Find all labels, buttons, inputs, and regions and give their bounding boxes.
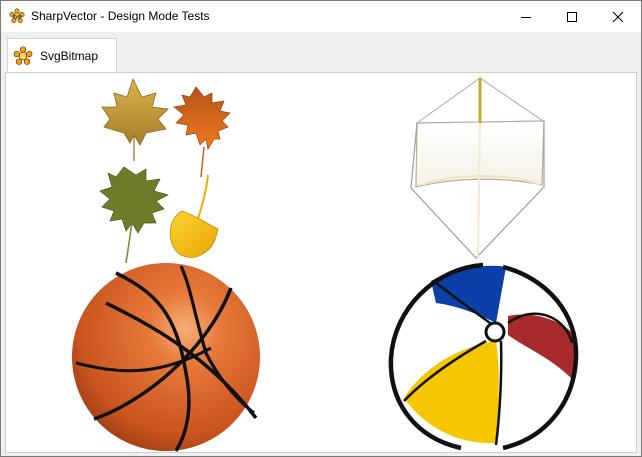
svg-content-panel	[5, 72, 637, 453]
title-bar[interactable]: SVG SharpVector - Design Mode Tests	[1, 1, 641, 32]
maple-leaf	[101, 77, 169, 161]
svg-drawing	[72, 77, 579, 452]
svg-text:SVG: SVG	[12, 14, 22, 19]
window-title: SharpVector - Design Mode Tests	[31, 9, 210, 23]
tab-strip: SvgBitmap	[1, 32, 641, 73]
tab-label: SvgBitmap	[40, 49, 99, 63]
close-button[interactable]	[595, 1, 641, 32]
minimize-icon	[521, 16, 531, 18]
tab-svgbitmap[interactable]: SvgBitmap	[7, 38, 117, 73]
kite	[410, 77, 545, 260]
basketball	[72, 263, 260, 452]
maximize-button[interactable]	[549, 1, 595, 32]
close-icon	[612, 11, 624, 22]
beach-ball	[388, 262, 579, 451]
svg-logo-icon: SVG	[9, 8, 25, 24]
minimize-button[interactable]	[503, 1, 549, 32]
yellow-leaf	[169, 174, 219, 258]
orange-oak-leaf	[173, 86, 231, 178]
svg-logo-icon	[13, 46, 33, 65]
maximize-icon	[567, 11, 577, 22]
app-window: SVG SharpVector - Design Mode Tests SvgB…	[0, 0, 642, 457]
green-oak-leaf	[99, 166, 169, 264]
